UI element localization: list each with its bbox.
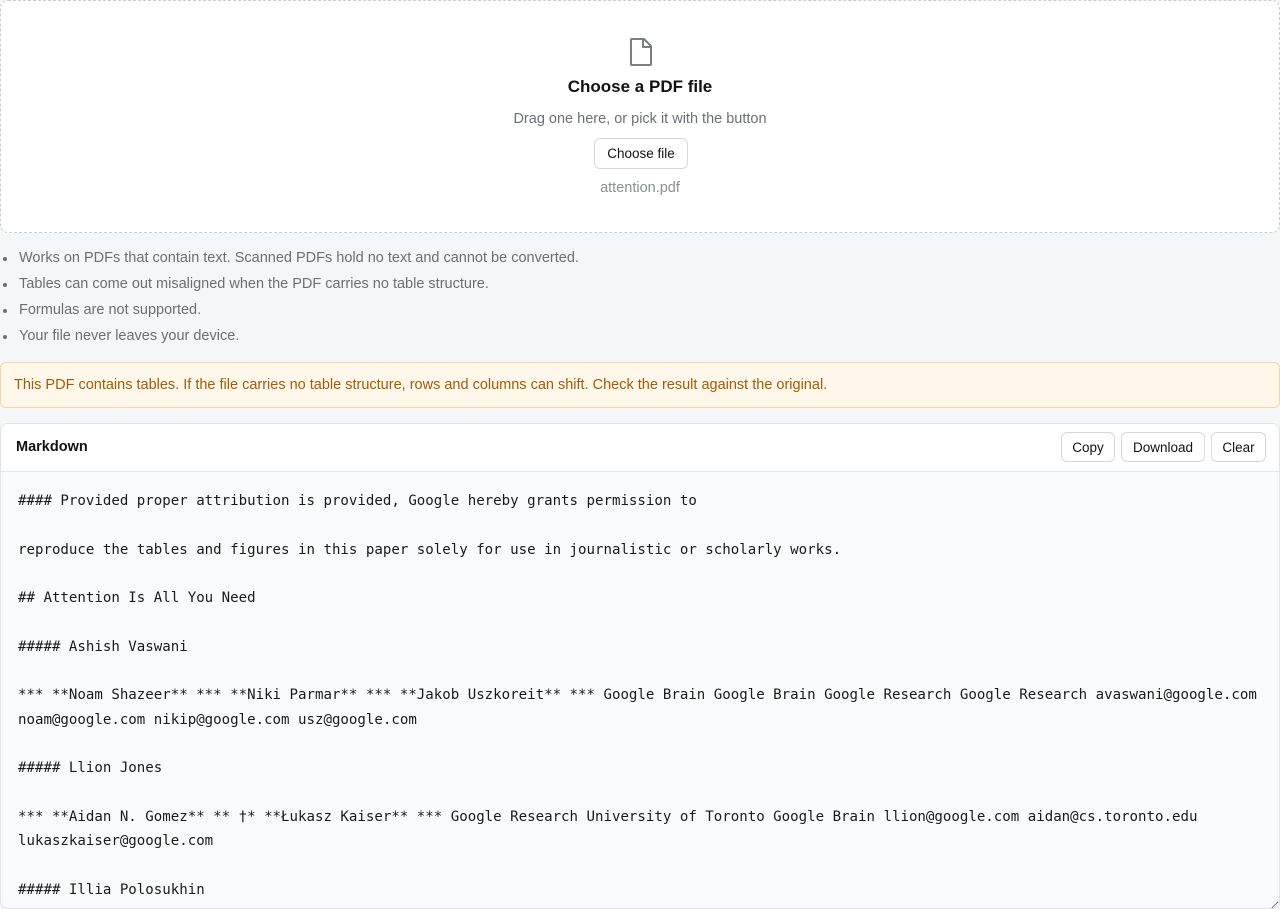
clear-button[interactable]: Clear xyxy=(1211,432,1266,462)
markdown-output-panel: Markdown Copy Download Clear #### Provid… xyxy=(0,423,1280,909)
list-item: Your file never leaves your device. xyxy=(0,324,1280,350)
list-item: Tables can come out misaligned when the … xyxy=(0,272,1280,298)
selected-file-name: attention.pdf xyxy=(600,180,680,196)
copy-button[interactable]: Copy xyxy=(1061,432,1115,462)
list-item: Works on PDFs that contain text. Scanned… xyxy=(0,246,1280,272)
tables-warning-banner: This PDF contains tables. If the file ca… xyxy=(0,362,1280,408)
file-icon xyxy=(627,37,655,67)
info-notes-list: Works on PDFs that contain text. Scanned… xyxy=(0,246,1280,350)
list-item: Formulas are not supported. xyxy=(0,298,1280,324)
dropzone-subtitle: Drag one here, or pick it with the butto… xyxy=(513,111,767,127)
output-header: Markdown Copy Download Clear xyxy=(1,424,1279,472)
download-button[interactable]: Download xyxy=(1121,432,1205,462)
output-title: Markdown xyxy=(16,439,88,455)
markdown-output-textarea[interactable]: #### Provided proper attribution is prov… xyxy=(1,472,1279,908)
dropzone-title: Choose a PDF file xyxy=(567,77,713,96)
pdf-dropzone[interactable]: Choose a PDF file Drag one here, or pick… xyxy=(0,0,1280,233)
choose-file-button[interactable]: Choose file xyxy=(594,138,688,169)
